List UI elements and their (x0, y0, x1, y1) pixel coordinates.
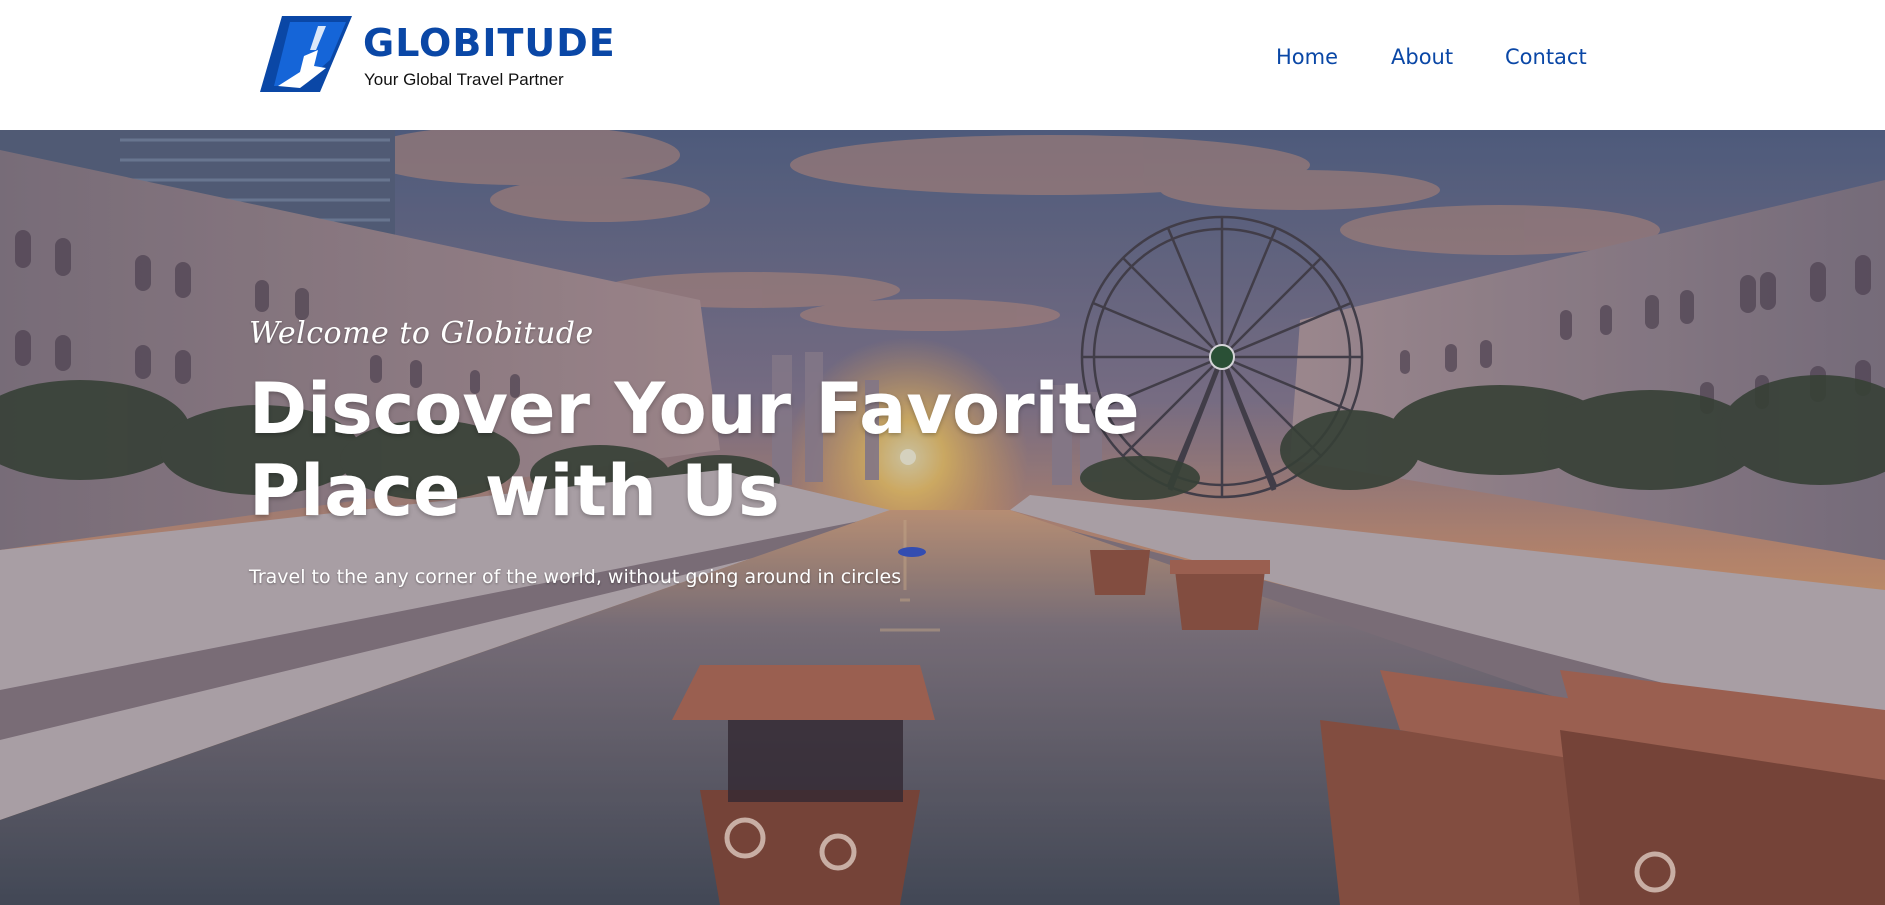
hero-section: Welcome to Globitude Discover Your Favor… (0, 130, 1885, 905)
nav-link-contact[interactable]: Contact (1505, 44, 1587, 70)
nav-link-home[interactable]: Home (1276, 44, 1338, 70)
brand-name: GLOBITUDE (363, 21, 616, 65)
hero-title-line-1: Discover Your Favorite (249, 368, 1140, 450)
brand-tagline: Your Global Travel Partner (364, 70, 564, 89)
nav-link-about[interactable]: About (1391, 44, 1453, 70)
globitude-logo-icon (260, 16, 352, 92)
site-header: GLOBITUDE Your Global Travel Partner Hom… (0, 0, 1885, 130)
brand-logo[interactable]: GLOBITUDE Your Global Travel Partner (260, 16, 615, 92)
hero-title-line-2: Place with Us (249, 450, 780, 532)
hero-title: Discover Your Favorite Place with Us (249, 368, 1149, 532)
hero-subtitle: Travel to the any corner of the world, w… (249, 566, 902, 588)
hero-welcome-text: Welcome to Globitude (249, 316, 594, 351)
